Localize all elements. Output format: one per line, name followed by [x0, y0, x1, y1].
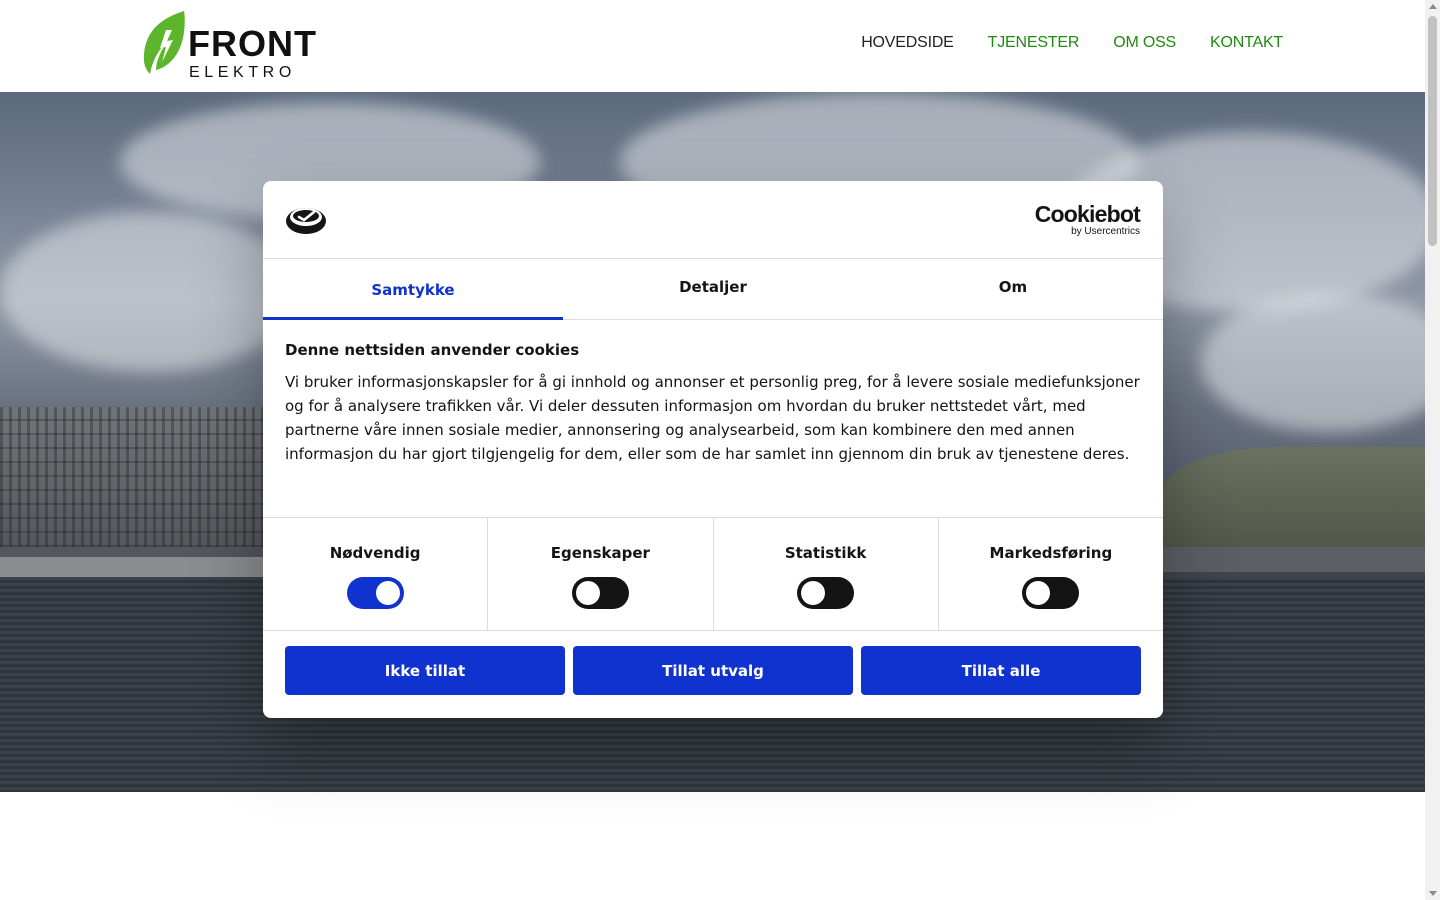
consent-toggles: Nødvendig Egenskaper Statistikk Markedsf… — [263, 517, 1163, 631]
dialog-title: Denne nettsiden anvender cookies — [285, 341, 580, 359]
toggle-cell-nodvendig: Nødvendig — [263, 518, 489, 630]
cookie-consent-dialog: Cookiebot by Usercentrics Samtykke Detal… — [263, 181, 1163, 718]
scroll-up-arrow-icon[interactable] — [1429, 4, 1437, 9]
cookiebot-icon — [286, 208, 326, 234]
cookiebot-logo-sub: by Usercentrics — [1071, 226, 1140, 237]
front-elektro-logo[interactable]: FRONT ELEKTRO — [142, 10, 316, 84]
allow-selection-button[interactable]: Tillat utvalg — [573, 646, 853, 695]
leaf-bolt-icon — [143, 11, 185, 74]
toggle-label-markedsforing: Markedsføring — [989, 544, 1113, 562]
toggle-cell-markedsforing: Markedsføring — [939, 518, 1163, 630]
tab-om[interactable]: Om — [863, 259, 1163, 319]
tab-samtykke[interactable]: Samtykke — [263, 259, 563, 320]
nav-item-hovedside[interactable]: HOVEDSIDE — [861, 34, 954, 52]
dialog-tabs: Samtykke Detaljer Om — [263, 259, 1163, 320]
toggle-label-nodvendig: Nødvendig — [329, 544, 421, 562]
nav-item-om-oss[interactable]: OM OSS — [1113, 34, 1176, 52]
scrollbar-thumb[interactable] — [1428, 16, 1437, 246]
tab-detaljer[interactable]: Detaljer — [563, 259, 863, 319]
site-header: FRONT ELEKTRO HOVEDSIDE TJENESTER OM OSS… — [0, 0, 1425, 92]
dialog-description: Vi bruker informasjonskapsler for å gi i… — [285, 373, 1140, 463]
toggle-nodvendig[interactable] — [346, 577, 404, 609]
scroll-down-arrow-icon[interactable] — [1429, 891, 1437, 896]
nav-item-tjenester[interactable]: TJENESTER — [988, 34, 1080, 52]
deny-button[interactable]: Ikke tillat — [285, 646, 565, 695]
hillside-right — [1160, 447, 1425, 557]
toggle-egenskaper[interactable] — [571, 577, 629, 609]
dialog-buttons: Ikke tillat Tillat utvalg Tillat alle — [285, 646, 1141, 695]
logo-text-front: FRONT — [188, 23, 317, 64]
cookiebot-logo[interactable]: Cookiebot by Usercentrics — [1034, 201, 1141, 237]
toggle-cell-statistikk: Statistikk — [714, 518, 939, 630]
dialog-header: Cookiebot by Usercentrics — [263, 181, 1163, 259]
cookiebot-logo-main: Cookiebot — [1034, 201, 1141, 227]
toggle-label-egenskaper: Egenskaper — [550, 544, 650, 562]
toggle-cell-egenskaper: Egenskaper — [488, 518, 714, 630]
page-scrollbar[interactable] — [1425, 0, 1440, 900]
toggle-markedsforing[interactable] — [1022, 577, 1080, 609]
allow-all-button[interactable]: Tillat alle — [861, 646, 1141, 695]
toggle-statistikk[interactable] — [797, 577, 855, 609]
nav-item-kontakt[interactable]: KONTAKT — [1210, 34, 1283, 52]
main-nav: HOVEDSIDE TJENESTER OM OSS KONTAKT — [861, 34, 1283, 52]
toggle-label-statistikk: Statistikk — [784, 544, 867, 562]
logo-text-elektro: ELEKTRO — [189, 64, 296, 81]
dialog-body: Denne nettsiden anvender cookies Vi bruk… — [285, 341, 1141, 466]
